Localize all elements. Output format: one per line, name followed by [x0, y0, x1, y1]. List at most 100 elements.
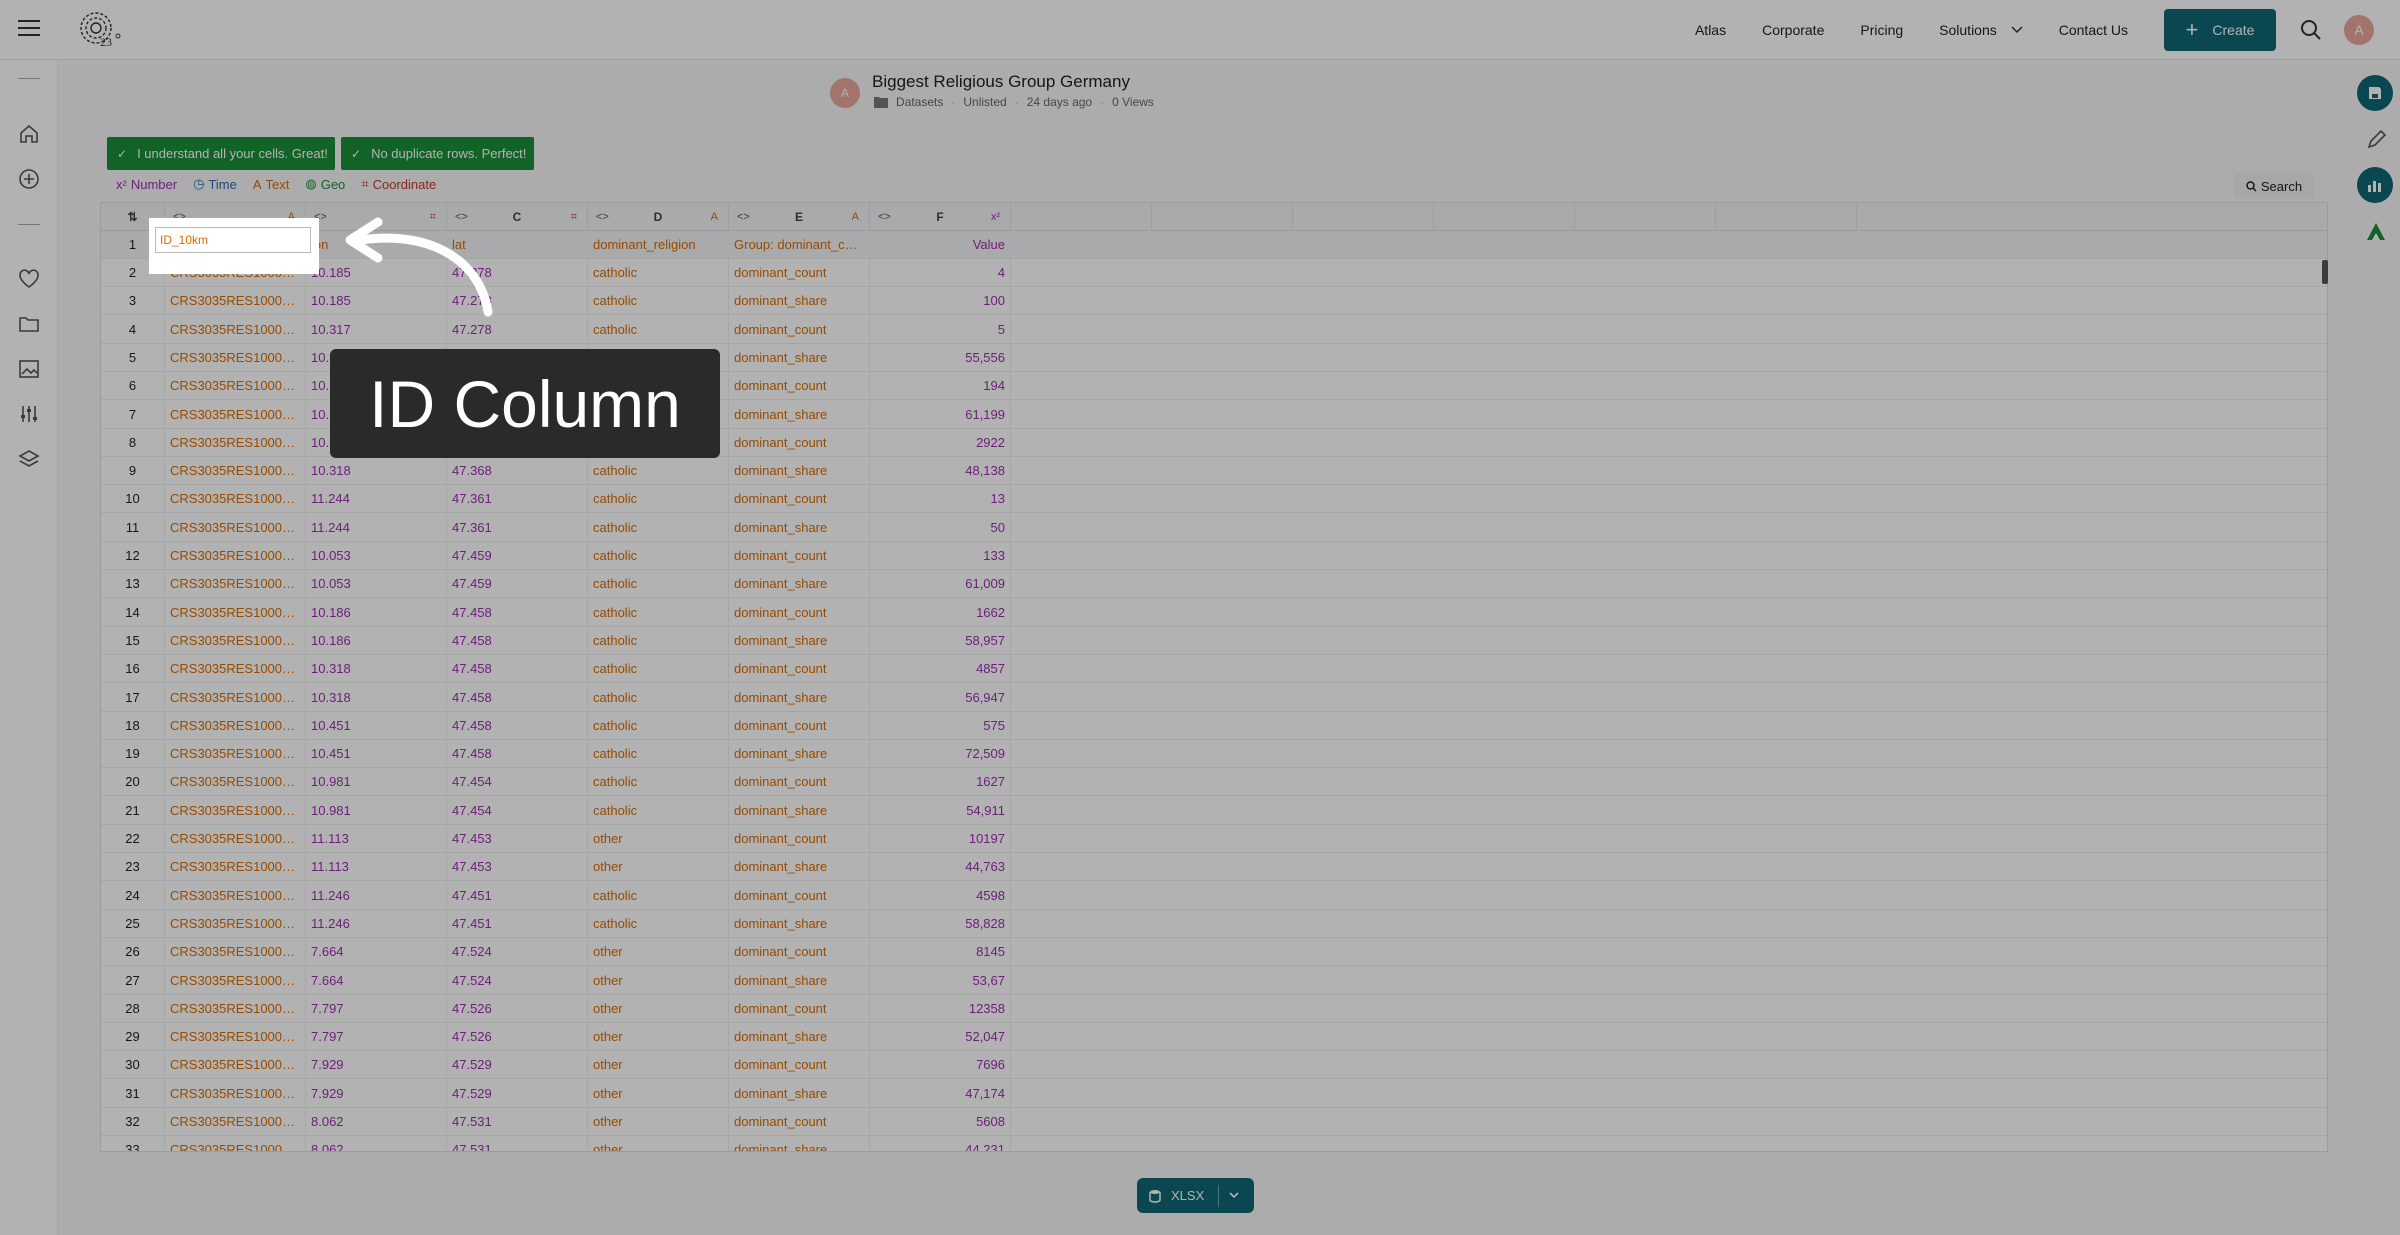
- cell-group[interactable]: dominant_share: [729, 570, 870, 599]
- cell-group[interactable]: dominant_share: [729, 343, 870, 372]
- column-header-d[interactable]: <> D A: [588, 203, 729, 231]
- cell-religion[interactable]: other: [588, 825, 729, 853]
- cell-group[interactable]: dominant_count: [729, 655, 870, 684]
- cell-lat[interactable]: 47.459: [447, 542, 588, 570]
- column-header-e[interactable]: <> E A: [729, 203, 870, 231]
- cell-lat[interactable]: 47.368: [447, 457, 588, 486]
- cell-lat[interactable]: 47.524: [447, 938, 588, 967]
- cell-group[interactable]: dominant_share: [729, 740, 870, 769]
- cell-lon[interactable]: 7.929: [306, 1079, 447, 1108]
- cell-religion[interactable]: catholic: [588, 259, 729, 287]
- cell-id[interactable]: CRS3035RES10000m...: [165, 853, 306, 882]
- user-avatar[interactable]: A: [2344, 15, 2374, 45]
- cell-group[interactable]: dominant_count: [729, 994, 870, 1023]
- cell-id[interactable]: CRS3035RES10000m...: [165, 400, 306, 429]
- cell-value[interactable]: 56,947: [870, 683, 1011, 712]
- cell-id[interactable]: CRS3035RES10000m...: [165, 683, 306, 712]
- cell-lon[interactable]: 11.246: [306, 881, 447, 910]
- cell-value[interactable]: 1662: [870, 598, 1011, 627]
- id-cell-editor[interactable]: ID_10km: [155, 227, 311, 253]
- cell-id[interactable]: CRS3035RES10000m...: [165, 513, 306, 542]
- cell-group[interactable]: dominant_count: [729, 485, 870, 514]
- nav-contact[interactable]: Contact Us: [2059, 22, 2128, 38]
- cell-religion[interactable]: other: [588, 938, 729, 967]
- cell-religion[interactable]: other: [588, 1023, 729, 1052]
- cell-id[interactable]: CRS3035RES10000m...: [165, 796, 306, 825]
- cell-group[interactable]: dominant_share: [729, 287, 870, 316]
- cell-lat[interactable]: 47.451: [447, 909, 588, 938]
- cell-id[interactable]: CRS3035RES10000m...: [165, 570, 306, 599]
- cell-value[interactable]: 54,911: [870, 796, 1011, 825]
- cell-group[interactable]: dominant_count: [729, 542, 870, 570]
- layers-icon[interactable]: [18, 448, 40, 470]
- cell-group[interactable]: dominant_share: [729, 626, 870, 655]
- cell-group[interactable]: dominant_share: [729, 909, 870, 938]
- cell-value[interactable]: 4598: [870, 881, 1011, 910]
- cell-group-header[interactable]: Group: dominant_count: [729, 231, 870, 259]
- cell-religion-header[interactable]: dominant_religion: [588, 231, 729, 259]
- cell-id[interactable]: CRS3035RES10000m...: [165, 626, 306, 655]
- column-header-empty[interactable]: [1011, 203, 1152, 231]
- cell-lon[interactable]: 7.664: [306, 966, 447, 995]
- cell-religion[interactable]: catholic: [588, 315, 729, 344]
- cell-id[interactable]: CRS3035RES10000m...: [165, 343, 306, 372]
- cell-id[interactable]: CRS3035RES10000m...: [165, 994, 306, 1023]
- image-icon[interactable]: [18, 358, 40, 380]
- cell-id[interactable]: CRS3035RES10000m...: [165, 909, 306, 938]
- cell-id[interactable]: CRS3035RES10000m...: [165, 1023, 306, 1052]
- cell-lat[interactable]: 47.529: [447, 1051, 588, 1080]
- cell-religion[interactable]: catholic: [588, 598, 729, 627]
- cell-id[interactable]: CRS3035RES10000m...: [165, 542, 306, 570]
- cell-id[interactable]: CRS3035RES10000m...: [165, 966, 306, 995]
- cell-religion[interactable]: other: [588, 1079, 729, 1108]
- cell-lon[interactable]: 11.113: [306, 825, 447, 853]
- cell-id[interactable]: CRS3035RES10000m...: [165, 485, 306, 514]
- meta-folder[interactable]: Datasets: [896, 95, 943, 109]
- cell-group[interactable]: dominant_share: [729, 683, 870, 712]
- cell-lon[interactable]: 10.981: [306, 768, 447, 797]
- cell-lat[interactable]: 47.459: [447, 570, 588, 599]
- cell-id[interactable]: CRS3035RES10000m...: [165, 1108, 306, 1136]
- cell-value-header[interactable]: Value: [870, 231, 1011, 259]
- cell-group[interactable]: dominant_count: [729, 372, 870, 401]
- cell-lon[interactable]: 8.062: [306, 1136, 447, 1151]
- cell-id[interactable]: CRS3035RES10000m...: [165, 598, 306, 627]
- cell-lon[interactable]: 10.318: [306, 683, 447, 712]
- cell-group[interactable]: dominant_count: [729, 1051, 870, 1080]
- cell-group[interactable]: dominant_share: [729, 400, 870, 429]
- cell-value[interactable]: 58,957: [870, 626, 1011, 655]
- cell-id[interactable]: CRS3035RES10000m...: [165, 938, 306, 967]
- cell-religion[interactable]: other: [588, 994, 729, 1023]
- cell-religion[interactable]: catholic: [588, 457, 729, 486]
- cell-id[interactable]: CRS3035RES10000m...: [165, 287, 306, 316]
- cell-id[interactable]: CRS3035RES10000m...: [165, 768, 306, 797]
- export-button[interactable]: XLSX: [1137, 1178, 1254, 1213]
- cell-lat[interactable]: 47.526: [447, 1023, 588, 1052]
- cell-religion[interactable]: other: [588, 966, 729, 995]
- cell-value[interactable]: 61,009: [870, 570, 1011, 599]
- cell-lon[interactable]: 7.797: [306, 994, 447, 1023]
- cell-religion[interactable]: catholic: [588, 485, 729, 514]
- cell-group[interactable]: dominant_share: [729, 457, 870, 486]
- cell-group[interactable]: dominant_share: [729, 796, 870, 825]
- cell-religion[interactable]: catholic: [588, 655, 729, 684]
- cell-lon[interactable]: 10.451: [306, 711, 447, 740]
- cell-value[interactable]: 53,67: [870, 966, 1011, 995]
- cell-lat[interactable]: 47.458: [447, 598, 588, 627]
- cell-lon[interactable]: 8.062: [306, 1108, 447, 1136]
- cell-id[interactable]: CRS3035RES10000m...: [165, 711, 306, 740]
- cell-religion[interactable]: catholic: [588, 768, 729, 797]
- cell-religion[interactable]: other: [588, 1108, 729, 1136]
- cell-lat[interactable]: 47.454: [447, 796, 588, 825]
- cell-lat[interactable]: 47.529: [447, 1079, 588, 1108]
- cell-id[interactable]: CRS3035RES10000m...: [165, 1079, 306, 1108]
- cell-religion[interactable]: catholic: [588, 683, 729, 712]
- nav-solutions[interactable]: Solutions: [1939, 22, 2023, 38]
- cell-group[interactable]: dominant_count: [729, 259, 870, 287]
- cell-value[interactable]: 13: [870, 485, 1011, 514]
- cell-lon[interactable]: 10.318: [306, 655, 447, 684]
- vertical-scrollbar[interactable]: [2322, 260, 2328, 284]
- cell-lon[interactable]: 11.244: [306, 485, 447, 514]
- cell-lat[interactable]: 47.458: [447, 740, 588, 769]
- atlas-icon[interactable]: [2365, 220, 2387, 242]
